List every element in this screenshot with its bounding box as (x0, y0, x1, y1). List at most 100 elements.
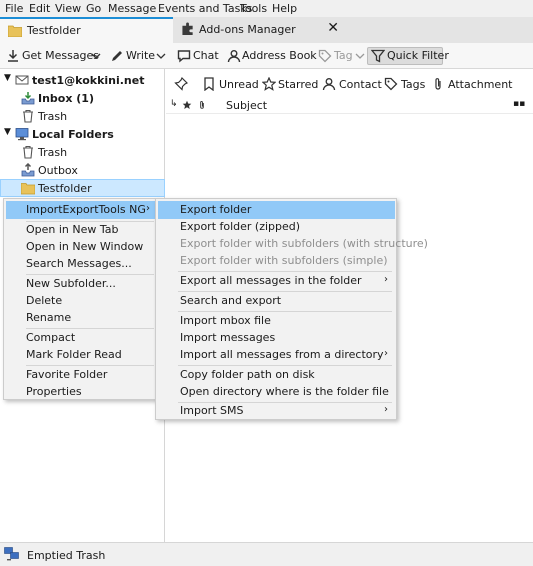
folder-context-menu: ImportExportTools NG › Open in New Tab O… (3, 198, 158, 400)
menu-item-label: Search and export (180, 294, 282, 307)
menu-item-label: Export folder with subfolders (with stru… (180, 237, 428, 250)
submenu-item-export-folder[interactable]: Export folder (158, 201, 395, 219)
folder-label: Testfolder (38, 182, 92, 195)
attachment-label: Attachment (448, 78, 513, 91)
attachment-filter[interactable]: Attachment (432, 76, 513, 92)
menu-item-favorite-folder[interactable]: Favorite Folder (6, 366, 156, 384)
write-dropdown[interactable] (156, 47, 166, 65)
contact-icon (322, 78, 336, 91)
unread-filter[interactable]: Unread (203, 76, 259, 92)
main-toolbar: Get Messages Write Chat Address Book Tag (0, 43, 533, 69)
starred-filter[interactable]: Starred (262, 76, 318, 92)
tab-addons-manager[interactable]: Add-ons Manager ✕ (173, 17, 353, 43)
trash-icon (23, 145, 33, 159)
address-book-label: Address Book (242, 49, 317, 62)
menu-item-mark-folder-read[interactable]: Mark Folder Read (6, 346, 156, 364)
collapse-arrow-icon[interactable]: ▼ (4, 127, 11, 137)
folder-local-folders[interactable]: ▼ Local Folders (0, 125, 165, 143)
menu-item-label: Import mbox file (180, 314, 271, 327)
menu-item-compact[interactable]: Compact (6, 329, 156, 347)
chat-icon (177, 50, 191, 63)
menu-item-label: Delete (26, 294, 63, 307)
menu-help[interactable]: Help (272, 2, 297, 15)
submenu-item-copy-folder-path[interactable]: Copy folder path on disk (158, 366, 395, 384)
menu-item-label: Compact (26, 331, 76, 344)
submenu-arrow-icon: › (384, 404, 388, 415)
subject-column-header[interactable]: Subject (226, 99, 267, 112)
menu-edit[interactable]: Edit (29, 2, 50, 15)
folder-inbox[interactable]: Inbox (1) (0, 89, 165, 107)
network-status-icon[interactable] (4, 547, 20, 561)
menu-item-label: Favorite Folder (26, 368, 108, 381)
submenu-item-import-sms[interactable]: Import SMS › (158, 402, 395, 420)
thread-column-icon[interactable]: ↳ (170, 99, 178, 109)
folder-label: Trash (38, 110, 68, 123)
submenu-arrow-icon: › (146, 203, 150, 214)
menu-bar: File Edit View Go Message Events and Tas… (0, 0, 533, 17)
submenu-item-export-subfolders-simple[interactable]: Export folder with subfolders (simple) (158, 252, 395, 270)
tags-filter[interactable]: Tags (384, 76, 425, 92)
get-messages-dropdown[interactable] (91, 47, 101, 65)
folder-icon (8, 25, 22, 37)
tab-testfolder[interactable]: Testfolder (0, 17, 173, 43)
pencil-icon (112, 51, 122, 61)
menu-item-label: ImportExportTools NG (26, 203, 146, 216)
menu-tools[interactable]: Tools (240, 2, 267, 15)
pin-icon (174, 77, 188, 91)
menu-item-properties[interactable]: Properties (6, 383, 156, 401)
menu-events-tasks[interactable]: Events and Tasks (158, 2, 252, 15)
folder-testfolder[interactable]: Testfolder (0, 179, 165, 197)
submenu-arrow-icon: › (384, 274, 388, 285)
tab-label: Testfolder (27, 24, 81, 37)
menu-go[interactable]: Go (86, 2, 101, 15)
folder-label: Local Folders (32, 128, 114, 141)
submenu-item-search-and-export[interactable]: Search and export (158, 292, 395, 310)
status-text: Emptied Trash (27, 549, 106, 562)
submenu-item-export-subfolders-structure[interactable]: Export folder with subfolders (with stru… (158, 235, 428, 253)
get-messages-button[interactable]: Get Messages (4, 47, 99, 65)
puzzle-icon (182, 22, 193, 35)
submenu-item-import-directory[interactable]: Import all messages from a directory › (158, 346, 395, 364)
address-book-button[interactable]: Address Book (225, 47, 317, 65)
menu-item-delete[interactable]: Delete (6, 292, 156, 310)
submenu-item-export-all-messages[interactable]: Export all messages in the folder › (158, 272, 395, 290)
folder-account[interactable]: ▼ test1@kokkini.net (0, 71, 165, 89)
tag-icon (384, 77, 398, 91)
tag-button[interactable]: Tag (318, 47, 365, 65)
menu-item-new-subfolder[interactable]: New Subfolder... (6, 275, 156, 293)
submenu-item-open-directory[interactable]: Open directory where is the folder file (158, 383, 395, 401)
chat-button[interactable]: Chat (175, 47, 219, 65)
menu-item-search-messages[interactable]: Search Messages... (6, 255, 156, 273)
get-messages-label: Get Messages (22, 49, 100, 62)
menu-item-rename[interactable]: Rename (6, 309, 156, 327)
column-picker-icon[interactable]: ▪▪ (513, 99, 525, 109)
close-icon[interactable]: ✕ (327, 20, 339, 36)
menu-item-label: New Subfolder... (26, 277, 116, 290)
contact-filter[interactable]: Contact (322, 76, 382, 92)
star-column-icon[interactable] (182, 100, 192, 110)
menu-file[interactable]: File (5, 2, 23, 15)
menu-item-open-new-tab[interactable]: Open in New Tab (6, 221, 156, 239)
chevron-down-icon (91, 53, 101, 59)
menu-item-label: Export folder (zipped) (180, 220, 301, 233)
menu-item-open-new-window[interactable]: Open in New Window (6, 238, 156, 256)
quick-filter-button[interactable]: Quick Filter (367, 47, 449, 65)
attachment-column-icon[interactable] (198, 99, 206, 111)
folder-outbox[interactable]: Outbox (0, 161, 165, 179)
collapse-arrow-icon[interactable]: ▼ (4, 73, 11, 83)
menu-message[interactable]: Message (108, 2, 156, 15)
folder-trash-local[interactable]: Trash (0, 143, 165, 161)
write-button[interactable]: Write (108, 47, 155, 65)
menu-view[interactable]: View (55, 2, 81, 15)
sticky-filter-toggle[interactable] (174, 76, 188, 92)
submenu-item-import-messages[interactable]: Import messages (158, 329, 395, 347)
quick-filter-label: Quick Filter (387, 49, 449, 62)
menu-item-label: Mark Folder Read (26, 348, 122, 361)
menu-item-importexporttools[interactable]: ImportExportTools NG › (6, 201, 156, 219)
thread-pane-header: ↳ Subject ▪▪ (166, 97, 533, 114)
submenu-item-export-folder-zipped[interactable]: Export folder (zipped) (158, 218, 395, 236)
folder-trash-account[interactable]: Trash (0, 107, 165, 125)
quick-filter-bar: Unread Starred Contact Tags Attachment (166, 73, 533, 95)
menu-item-label: Rename (26, 311, 72, 324)
submenu-item-import-mbox[interactable]: Import mbox file (158, 312, 395, 330)
